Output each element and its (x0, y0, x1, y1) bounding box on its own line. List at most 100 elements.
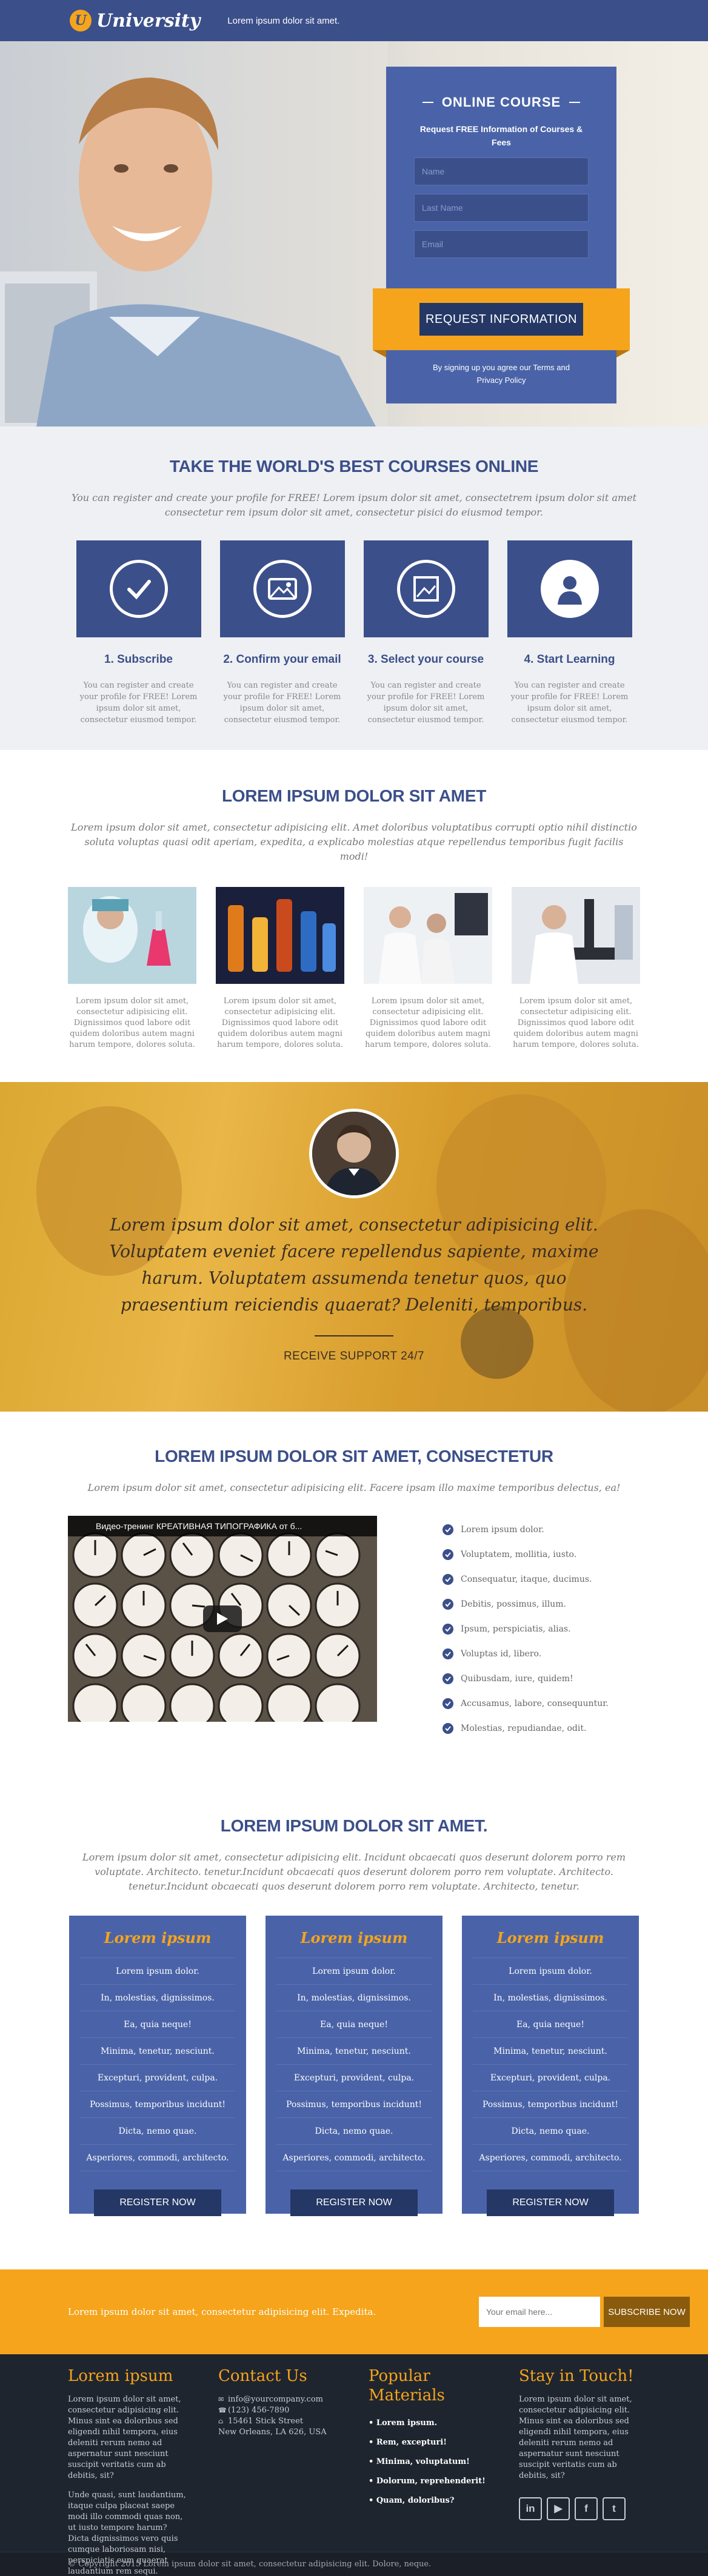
pricing-title: LOREM IPSUM DOLOR SIT AMET. (220, 1816, 488, 1835)
gallery-item: Lorem ipsum dolor sit amet, consectetur … (216, 887, 344, 1051)
last-name-field[interactable] (414, 194, 589, 222)
step-start-learning: 4. Start Learning You can register and c… (507, 540, 632, 726)
step-icon-box[interactable] (363, 540, 489, 637)
footer: Lorem ipsum Lorem ipsum dolor sit amet, … (0, 2354, 708, 2576)
material-link-text: Dolorum, reprehenderit! (376, 2477, 486, 2486)
course-form: ONLINE COURSE Request FREE Information o… (373, 67, 630, 403)
support-label: RECEIVE SUPPORT 24/7 (283, 1350, 425, 1363)
testimonial-quote: Lorem ipsum dolor sit amet, consectetur … (109, 1215, 599, 1315)
user-icon (540, 560, 599, 618)
pricing-card: Lorem ipsum Lorem ipsum dolor. In, moles… (462, 1916, 639, 2216)
list-text: Voluptas id, libero. (461, 1648, 542, 1659)
subscribe-button[interactable]: SUBSCRIBE NOW (604, 2297, 690, 2327)
request-information-button[interactable]: REQUEST INFORMATION (419, 303, 583, 336)
lab-photo-4[interactable] (512, 887, 640, 984)
check-icon (442, 1648, 453, 1659)
footer-about-title: Lorem ipsum (68, 2367, 173, 2385)
steps-intro: You can register and create your profile… (71, 492, 636, 518)
card-feature: Minima, tenetur, nesciunt. (276, 2038, 432, 2065)
card-feature: Excepturi, provident, culpa. (473, 2065, 628, 2091)
logo[interactable]: U University (70, 10, 200, 32)
steps-row: 1. Subscribe You can register and create… (0, 540, 708, 726)
card-feature: Asperiores, commodi, architecto. (80, 2145, 235, 2171)
video-section-title: LOREM IPSUM DOLOR SIT AMET, CONSECTETUR (155, 1447, 553, 1466)
lab-photo-2[interactable] (216, 887, 344, 984)
card-feature: Lorem ipsum dolor. (276, 1958, 432, 1985)
step-text: You can register and create your profile… (79, 681, 198, 725)
linkedin-icon[interactable]: in (519, 2497, 542, 2520)
copyright-bar: © Copyright 2015 Lorem ipsum dolor sit a… (0, 2552, 708, 2576)
newsletter-email-input[interactable] (479, 2297, 600, 2327)
check-icon (442, 1623, 453, 1635)
gallery-text: Lorem ipsum dolor sit amet, consectetur … (513, 997, 639, 1049)
footer-about-text: Lorem ipsum dolor sit amet, consectetur … (68, 2395, 181, 2480)
feature-checklist: Lorem ipsum dolor. Voluptatem, mollitia,… (442, 1517, 609, 1741)
email-field[interactable] (414, 230, 589, 258)
video-player[interactable]: Видео-тренинг КРЕАТИВНАЯ ТИПОГРАФИКА от … (68, 1516, 377, 1722)
pricing-row: Lorem ipsum Lorem ipsum dolor. In, moles… (0, 1916, 708, 2216)
video-title-bar[interactable]: Видео-тренинг КРЕАТИВНАЯ ТИПОГРАФИКА от … (68, 1516, 377, 1536)
name-field[interactable] (414, 158, 589, 185)
card-feature: Minima, tenetur, nesciunt. (80, 2038, 235, 2065)
list-item: Ipsum, perspiciatis, alias. (442, 1616, 609, 1641)
material-link-text: Minima, voluptatum! (376, 2457, 470, 2466)
testimonial-avatar (309, 1109, 399, 1198)
footer-contact: Contact Us ✉ info@yourcompany.com ☎ (123) … (218, 2366, 338, 2552)
material-link-text: Quam, doloribus? (376, 2496, 455, 2505)
card-title: Lorem ipsum (496, 1929, 604, 1947)
contact-email[interactable]: ✉ info@yourcompany.com (218, 2394, 338, 2405)
lab-photo-3[interactable] (364, 887, 492, 984)
gallery-title: LOREM IPSUM DOLOR SIT AMET (221, 786, 487, 805)
contact-phone[interactable]: ☎ (123) 456-7890 (218, 2405, 338, 2416)
twitter-icon[interactable]: t (603, 2497, 626, 2520)
register-now-button[interactable]: REGISTER NOW (487, 2189, 614, 2216)
video-section-intro: Lorem ipsum dolor sit amet, consectetur … (87, 1482, 621, 1493)
material-link[interactable]: • Rem, excepturi! (369, 2433, 489, 2452)
contact-address-line2: New Orleans, LA 626, USA (218, 2428, 327, 2437)
card-feature: In, molestias, dignissimos. (80, 1985, 235, 2011)
lab-photo-1[interactable] (68, 887, 196, 984)
material-link-text: Lorem ipsum. (376, 2418, 438, 2428)
step-icon-box[interactable] (219, 540, 345, 637)
step-icon-box[interactable] (507, 540, 632, 637)
card-feature: In, molestias, dignissimos. (276, 1985, 432, 2011)
gallery-intro: Lorem ipsum dolor sit amet, consectetur … (71, 822, 637, 862)
ribbon-fold-right (616, 350, 630, 357)
logo-text: University (96, 10, 201, 32)
gallery-section: LOREM IPSUM DOLOR SIT AMET Lorem ipsum d… (0, 750, 708, 1082)
materials-list: • Lorem ipsum. • Rem, excepturi! • Minim… (369, 2414, 489, 2511)
material-link[interactable]: • Dolorum, reprehenderit! (369, 2472, 489, 2491)
card-feature: Ea, quia neque! (276, 2011, 432, 2038)
copyright-text: © Copyright 2015 Lorem ipsum dolor sit a… (68, 2560, 432, 2569)
facebook-icon[interactable]: f (575, 2497, 598, 2520)
register-now-button[interactable]: REGISTER NOW (290, 2189, 418, 2216)
footer-materials-title: Popular Materials (369, 2367, 445, 2405)
step-text: You can register and create your profile… (510, 681, 629, 725)
pricing-card: Lorem ipsum Lorem ipsum dolor. In, moles… (266, 1916, 442, 2216)
check-circle-icon (109, 560, 168, 618)
material-link[interactable]: • Quam, doloribus? (369, 2491, 489, 2511)
contact-email-text: info@yourcompany.com (228, 2395, 323, 2404)
footer-contact-title: Contact Us (218, 2367, 307, 2385)
mail-icon: ✉ (218, 2395, 224, 2403)
play-icon[interactable] (203, 1605, 242, 1632)
card-feature: Asperiores, commodi, architecto. (473, 2145, 628, 2171)
list-text: Quibusdam, iure, quidem! (461, 1673, 573, 1684)
gallery-row: Lorem ipsum dolor sit amet, consectetur … (0, 887, 708, 1051)
step-select-course: 3. Select your course You can register a… (363, 540, 489, 726)
material-link[interactable]: • Minima, voluptatum! (369, 2452, 489, 2472)
pricing-card: Lorem ipsum Lorem ipsum dolor. In, moles… (69, 1916, 246, 2216)
location-icon: ⌂ (218, 2417, 224, 2425)
youtube-icon[interactable]: ▶ (547, 2497, 570, 2520)
contact-address: ⌂ 15461 Stick Street (218, 2416, 338, 2427)
step-icon-box[interactable] (76, 540, 201, 637)
list-item: Debitis, possimus, illum. (442, 1592, 609, 1616)
register-now-button[interactable]: REGISTER NOW (94, 2189, 221, 2216)
footer-about: Lorem ipsum Lorem ipsum dolor sit amet, … (68, 2366, 188, 2576)
card-feature: Lorem ipsum dolor. (473, 1958, 628, 1985)
material-link[interactable]: • Lorem ipsum. (369, 2414, 489, 2433)
check-icon (442, 1598, 453, 1610)
card-feature: Ea, quia neque! (80, 2011, 235, 2038)
step-confirm-email: 2. Confirm your email You can register a… (219, 540, 345, 726)
list-item: Consequatur, itaque, ducimus. (442, 1567, 609, 1592)
